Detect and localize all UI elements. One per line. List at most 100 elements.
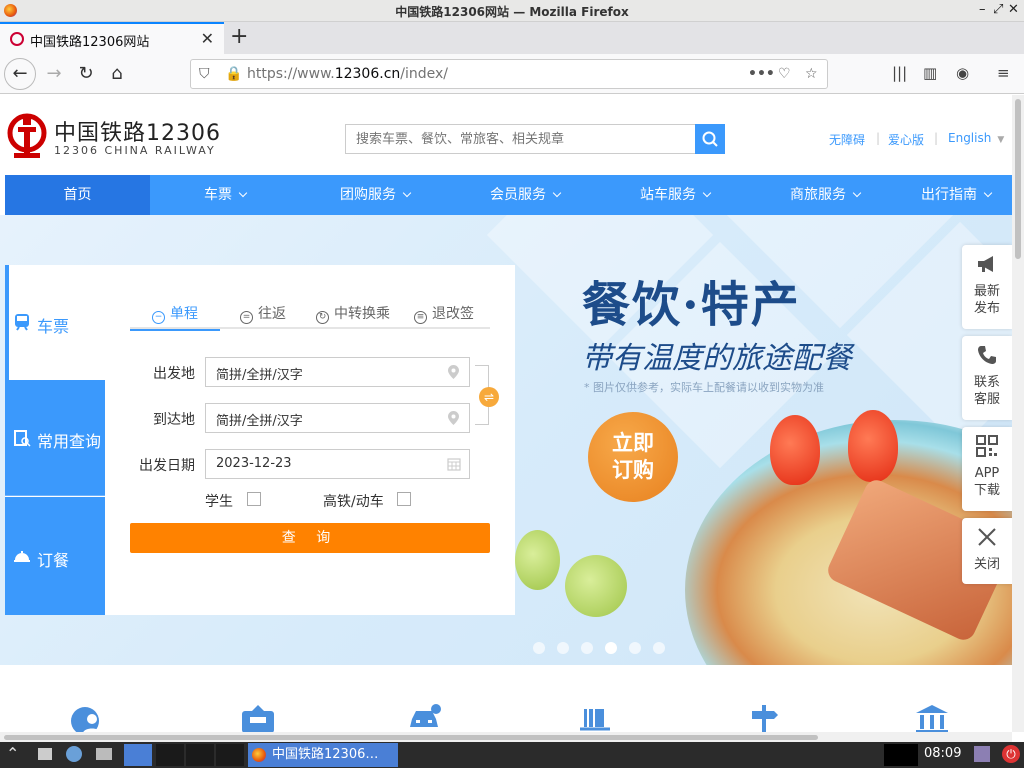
window-title: 中国铁路12306网站 — Mozilla Firefox	[395, 5, 629, 19]
workspace-1[interactable]	[156, 744, 184, 766]
logo-text-cn[interactable]: 中国铁路12306	[54, 115, 221, 147]
bookmark-star-icon[interactable]: ☆	[805, 66, 818, 82]
ticket-booking-panel: 车票 常用查询 订餐 − 单程 = 往返 ↻ 中转换乘 ≡ 退改签 出发地 简拼…	[5, 265, 515, 615]
carousel-dot[interactable]	[533, 642, 545, 654]
trip-tab-refund[interactable]: ≡ 退改签	[414, 303, 474, 329]
new-tab-icon[interactable]: +	[230, 24, 248, 49]
home-icon[interactable]: ⌂	[103, 60, 131, 88]
museum-icon[interactable]	[914, 703, 950, 732]
from-station-field[interactable]: 简拼/全拼/汉字	[205, 357, 470, 387]
clipboard-search-icon	[14, 430, 31, 447]
trip-tab-return[interactable]: = 往返	[240, 303, 286, 329]
car-icon[interactable]	[408, 703, 444, 732]
site-search-input[interactable]	[346, 125, 695, 153]
carousel-dot[interactable]	[581, 642, 593, 654]
menu-item-business[interactable]: 商旅服务	[750, 175, 900, 215]
menu-item-guide[interactable]: 出行指南	[900, 175, 1012, 215]
ticket-icon[interactable]	[240, 703, 276, 732]
menu-item-home[interactable]: 首页	[5, 175, 150, 215]
transfer-icon: ↻	[316, 311, 329, 324]
carousel-dot-active[interactable]	[605, 642, 617, 654]
carousel-dot[interactable]	[557, 642, 569, 654]
trip-tab-transfer[interactable]: ↻ 中转换乘	[316, 303, 390, 329]
pocket-icon[interactable]: ♡	[778, 66, 791, 82]
site-search-button[interactable]	[695, 124, 725, 154]
swap-stations-icon[interactable]: ⇌	[479, 387, 499, 407]
sidebar-icon[interactable]: ▥	[923, 64, 937, 82]
user-tray-icon[interactable]	[974, 746, 990, 762]
chevron-down-icon	[702, 188, 712, 198]
chevron-down-icon: ▼	[997, 135, 1005, 145]
page-actions-icon[interactable]: •••	[748, 66, 775, 82]
desktop-icon[interactable]	[38, 748, 52, 760]
shield-icon[interactable]: ⛉	[199, 66, 210, 82]
care-version-link[interactable]: 爱心版	[888, 131, 924, 148]
accessible-link[interactable]: 无障碍	[829, 131, 865, 148]
query-button[interactable]: 查 询	[130, 523, 490, 553]
close-float-button[interactable]: 关闭	[962, 518, 1012, 584]
scrollbar-thumb[interactable]	[1015, 99, 1021, 259]
main-menu: 首页 车票 团购服务 会员服务 站车服务 商旅服务 出行指南	[5, 175, 1012, 215]
url-text[interactable]: https://www.12306.cn/index/	[247, 66, 448, 82]
signpost-icon[interactable]	[746, 703, 782, 732]
power-icon[interactable]: ⏻	[1002, 745, 1020, 763]
trip-tab-oneway[interactable]: − 单程	[130, 303, 220, 331]
back-button-icon[interactable]: ←	[4, 58, 36, 90]
location-pin-icon	[448, 411, 459, 425]
horizontal-scrollbar[interactable]	[0, 732, 1012, 742]
nav-bar: ← → ↻ ⌂ ⛉ 🔒 https://www.12306.cn/index/ …	[0, 54, 1024, 94]
banner-title: 餐饮·特产	[582, 277, 801, 333]
highspeed-checkbox[interactable]	[397, 492, 411, 506]
side-tab-meal[interactable]: 订餐	[5, 497, 105, 615]
workspace-3[interactable]	[216, 744, 244, 766]
scrollbar-thumb[interactable]	[4, 735, 818, 740]
tab-12306[interactable]: 中国铁路12306网站 ✕	[0, 22, 224, 54]
menu-icon[interactable]: ≡	[997, 64, 1010, 82]
menu-item-station[interactable]: 站车服务	[600, 175, 750, 215]
clock-user-icon[interactable]	[70, 703, 106, 732]
menu-item-member[interactable]: 会员服务	[450, 175, 600, 215]
departure-date-field[interactable]: 2023-12-23	[205, 449, 470, 479]
library-icon[interactable]: |||	[892, 64, 907, 82]
start-menu-icon[interactable]: ⌃	[6, 744, 19, 766]
phone-icon	[978, 346, 996, 364]
taskbar-firefox-task[interactable]: 中国铁路12306…	[248, 743, 398, 767]
to-station-field[interactable]: 简拼/全拼/汉字	[205, 403, 470, 433]
tab-title: 中国铁路12306网站	[30, 35, 150, 50]
minimize-icon[interactable]: –	[979, 2, 986, 17]
address-bar[interactable]: ⛉ 🔒 https://www.12306.cn/index/ ••• ♡ ☆	[190, 59, 828, 89]
tomato-image	[848, 410, 898, 482]
restore-icon[interactable]: ⤢	[993, 2, 1003, 17]
english-link[interactable]: English ▼	[948, 131, 1004, 145]
student-checkbox[interactable]	[247, 492, 261, 506]
calendar-icon[interactable]	[447, 457, 461, 471]
side-tab-tickets[interactable]: 车票	[5, 265, 105, 380]
luggage-cart-icon[interactable]	[578, 703, 614, 732]
firefox-launcher-icon[interactable]	[124, 744, 152, 766]
vertical-scrollbar[interactable]	[1012, 95, 1024, 732]
oneway-icon: −	[152, 311, 165, 324]
location-pin-icon	[448, 365, 459, 379]
app-download-button[interactable]: APP 下载	[962, 427, 1012, 511]
forward-button-icon[interactable]: →	[40, 60, 68, 88]
window-titlebar: 中国铁路12306网站 — Mozilla Firefox – ⤢ ✕	[0, 0, 1024, 22]
order-now-button[interactable]: 立即 订购	[588, 412, 678, 502]
contact-service-button[interactable]: 联系 客服	[962, 336, 1012, 420]
workspace-2[interactable]	[186, 744, 214, 766]
megaphone-icon	[978, 256, 993, 272]
carousel-dot[interactable]	[629, 642, 641, 654]
close-tab-icon[interactable]: ✕	[201, 29, 214, 48]
menu-item-group[interactable]: 团购服务	[300, 175, 450, 215]
lock-icon[interactable]: 🔒	[225, 66, 242, 82]
carousel-dot[interactable]	[653, 642, 665, 654]
railway-logo-icon[interactable]	[6, 111, 48, 159]
latest-release-button[interactable]: 最新 发布	[962, 245, 1012, 329]
files-icon[interactable]	[96, 748, 112, 760]
reload-icon[interactable]: ↻	[72, 60, 100, 88]
account-icon[interactable]: ◉	[956, 64, 969, 82]
side-tab-common-query[interactable]: 常用查询	[5, 380, 105, 496]
globe-icon[interactable]	[66, 746, 82, 762]
menu-item-tickets[interactable]: 车票	[150, 175, 300, 215]
return-icon: =	[240, 311, 253, 324]
close-window-icon[interactable]: ✕	[1008, 2, 1019, 17]
